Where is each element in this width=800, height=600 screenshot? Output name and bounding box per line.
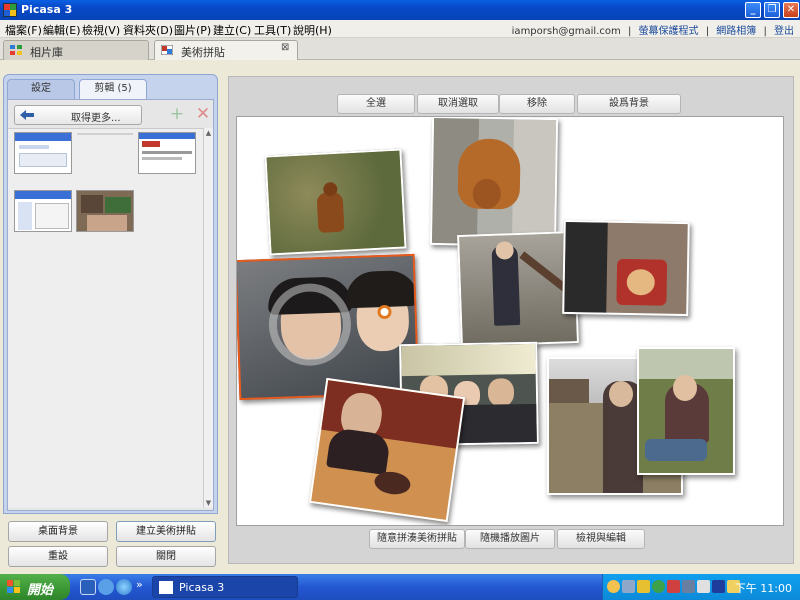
clip-thumbnails <box>8 128 204 508</box>
clip-thumbnail[interactable] <box>138 132 196 174</box>
collage-icon <box>161 45 173 55</box>
system-tray: 下午 11:00 <box>602 574 800 600</box>
shuffle-collage-button[interactable]: 隨意拼湊美術拼貼 <box>369 529 465 549</box>
clip-thumbnail[interactable] <box>14 132 72 174</box>
close-window-button[interactable]: ✕ <box>783 2 799 18</box>
collage-photo[interactable] <box>264 148 407 256</box>
menu-view[interactable]: 檢視(V) <box>82 22 120 38</box>
start-label: 開始 <box>27 583 54 598</box>
close-button[interactable]: 關閉 <box>116 546 216 567</box>
picasa-icon <box>3 3 17 17</box>
separator: | <box>627 26 632 37</box>
arrow-left-icon <box>20 110 34 120</box>
clip-thumbnail[interactable] <box>76 132 134 174</box>
tray-app-icon[interactable] <box>682 580 695 593</box>
antivirus-icon[interactable] <box>652 580 665 593</box>
menu-edit[interactable]: 編輯(E) <box>43 22 81 38</box>
collage-photo[interactable] <box>429 117 559 248</box>
collage-canvas[interactable] <box>236 116 784 526</box>
remove-icon[interactable]: ✕ <box>194 106 212 124</box>
create-collage-button[interactable]: 建立美術拼貼 <box>116 521 216 542</box>
internet-explorer-icon[interactable] <box>116 579 132 595</box>
tab-clips[interactable]: 剪輯 (5) <box>79 79 147 99</box>
picasa-window: { "window": { "title": "Picasa 3" }, "me… <box>0 0 800 600</box>
menu-file[interactable]: 檔案(F) <box>5 22 42 38</box>
media-icon[interactable] <box>712 580 725 593</box>
tab-settings[interactable]: 設定 <box>7 79 75 99</box>
view-edit-button[interactable]: 檢視與編輯 <box>557 529 645 549</box>
desktop-background-button[interactable]: 桌面背景 <box>8 521 108 542</box>
quick-launch-chevron-icon[interactable]: » <box>136 578 143 591</box>
tab-collage-label: 美術拼貼 <box>181 46 225 59</box>
menu-help[interactable]: 說明(H) <box>293 22 332 38</box>
menu-picture[interactable]: 圖片(P) <box>174 22 211 38</box>
title-bar: Picasa 3 _ ❐ ✕ <box>0 0 800 20</box>
menu-create[interactable]: 建立(C) <box>213 22 251 38</box>
collage-photo[interactable] <box>457 230 579 348</box>
thumbnail-scrollbar[interactable]: ▲ ▼ <box>203 128 213 508</box>
clip-thumbnail[interactable] <box>76 190 134 232</box>
select-all-button[interactable]: 全選 <box>337 94 415 114</box>
clock: 下午 11:00 <box>734 582 792 595</box>
collage-area: 全選 取消選取 移除 設爲背景 隨意拼湊美術拼貼 隨機播放圖片 檢視與編輯 <box>228 76 794 564</box>
web-albums-link[interactable]: 網路相簿 <box>716 26 756 37</box>
update-icon[interactable] <box>667 580 680 593</box>
separator: | <box>763 26 767 37</box>
account-email: iamporsh@gmail.com <box>511 26 621 37</box>
left-panel: 設定 剪輯 (5) 取得更多... + ✕ ▲ ▼ <box>3 74 218 514</box>
maximize-button[interactable]: ❐ <box>764 2 780 18</box>
close-tab-icon[interactable]: ⊠ <box>281 43 291 53</box>
collage-photo[interactable] <box>308 377 466 523</box>
reset-button[interactable]: 重設 <box>8 546 108 567</box>
start-button[interactable]: 開始 <box>0 574 70 600</box>
add-icon[interactable]: + <box>168 106 186 124</box>
window-title: Picasa 3 <box>21 3 73 16</box>
collage-photo[interactable] <box>562 219 690 317</box>
clip-thumbnail[interactable] <box>14 190 72 232</box>
scroll-up-icon[interactable]: ▲ <box>204 128 213 138</box>
menu-folder[interactable]: 資料夾(D) <box>123 22 173 38</box>
scroll-down-icon[interactable]: ▼ <box>204 498 213 508</box>
windows-flag-icon <box>7 580 21 594</box>
menu-tools[interactable]: 工具(T) <box>254 22 291 38</box>
clips-panel: 取得更多... + ✕ ▲ ▼ <box>7 99 214 511</box>
deselect-button[interactable]: 取消選取 <box>417 94 499 114</box>
remove-button[interactable]: 移除 <box>499 94 575 114</box>
security-icon[interactable] <box>637 580 650 593</box>
tab-library-label: 相片庫 <box>30 46 63 59</box>
taskbar-picasa[interactable]: Picasa 3 <box>152 576 298 598</box>
picasa-icon <box>159 581 173 594</box>
tab-strip: 相片庫 美術拼貼 ⊠ <box>0 38 800 60</box>
taskbar-item-label: Picasa 3 <box>179 581 225 594</box>
set-background-button[interactable]: 設爲背景 <box>577 94 681 114</box>
sign-out-link[interactable]: 登出 <box>774 26 794 37</box>
taskbar: 開始 » Picasa 3 下午 11:00 <box>0 574 800 600</box>
tab-collage[interactable]: 美術拼貼 ⊠ <box>154 40 298 60</box>
collage-photo[interactable] <box>637 347 735 475</box>
network-icon[interactable] <box>622 580 635 593</box>
show-desktop-icon[interactable] <box>80 579 96 595</box>
library-icon <box>10 45 22 55</box>
menu-bar: 檔案(F) 編輯(E) 檢視(V) 資料夾(D) 圖片(P) 建立(C) 工具(… <box>0 20 800 38</box>
get-more-button[interactable]: 取得更多... <box>14 105 142 125</box>
random-pictures-button[interactable]: 隨機播放圖片 <box>465 529 555 549</box>
account-area: iamporsh@gmail.com | 螢幕保護程式 | 網路相簿 | 登出 <box>512 22 794 37</box>
minimize-button[interactable]: _ <box>745 2 761 18</box>
get-more-label: 取得更多... <box>71 113 121 124</box>
volume-icon[interactable] <box>697 580 710 593</box>
tab-library[interactable]: 相片庫 <box>3 40 149 60</box>
screensaver-link[interactable]: 螢幕保護程式 <box>639 26 699 37</box>
media-player-icon[interactable] <box>98 579 114 595</box>
separator: | <box>705 26 710 37</box>
messenger-icon[interactable] <box>607 580 620 593</box>
